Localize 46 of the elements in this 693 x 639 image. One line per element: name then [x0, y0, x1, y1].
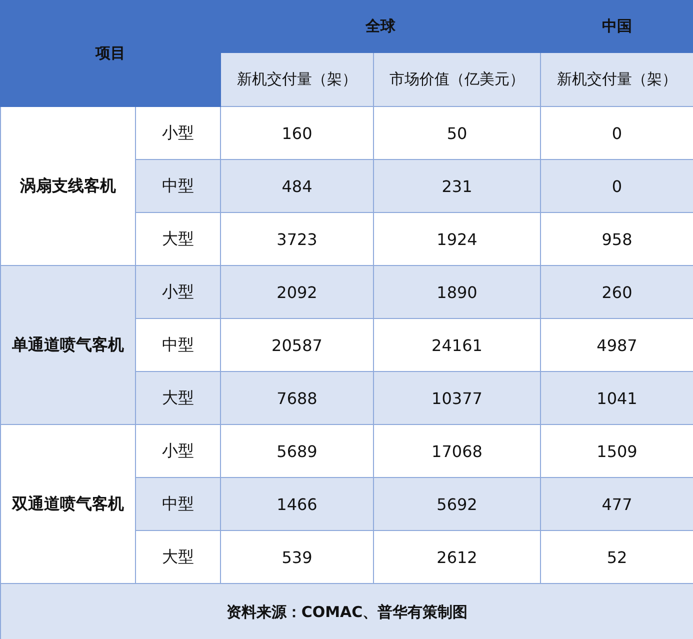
table-cell: 小型: [136, 424, 220, 478]
table-cell: 中型: [136, 478, 220, 530]
table-cell: 大型: [136, 530, 220, 584]
table-cell: 17068: [374, 424, 540, 478]
header-cell: 新机交付量（架）: [540, 52, 693, 106]
table-cell: 2092: [220, 266, 374, 318]
row-group-cell: 单通道喷气客机: [0, 266, 136, 424]
header-cell: 项目: [0, 0, 220, 106]
table-cell: 484: [220, 160, 374, 212]
table-cell: 4987: [540, 318, 693, 372]
table-cell: 24161: [374, 318, 540, 372]
header-cell: 全球: [220, 0, 540, 52]
table-cell: 小型: [136, 106, 220, 160]
header-cell: 中国: [540, 0, 693, 52]
table-cell: 160: [220, 106, 374, 160]
table-cell: 958: [540, 212, 693, 266]
table-cell: 小型: [136, 266, 220, 318]
table-cell: 231: [374, 160, 540, 212]
table-cell: 大型: [136, 212, 220, 266]
row-group-cell: 双通道喷气客机: [0, 424, 136, 584]
table-cell: 1466: [220, 478, 374, 530]
table-cell: 大型: [136, 372, 220, 424]
table-cell: 1509: [540, 424, 693, 478]
header-cell: 市场价值（亿美元）: [374, 52, 540, 106]
table-cell: 52: [540, 530, 693, 584]
table-cell: 0: [540, 160, 693, 212]
table-cell: 1890: [374, 266, 540, 318]
table-cell: 1924: [374, 212, 540, 266]
table-cell: 7688: [220, 372, 374, 424]
table-cell: 2612: [374, 530, 540, 584]
table-cell: 539: [220, 530, 374, 584]
table-cell: 0: [540, 106, 693, 160]
table-cell: 477: [540, 478, 693, 530]
table-cell: 260: [540, 266, 693, 318]
row-group-cell: 涡扇支线客机: [0, 106, 136, 266]
table-cell: 中型: [136, 160, 220, 212]
table-cell: 10377: [374, 372, 540, 424]
table-cell: 50: [374, 106, 540, 160]
table-cell: 5689: [220, 424, 374, 478]
table-cell: 20587: [220, 318, 374, 372]
source-note: 资料来源：COMAC、普华有策制图: [0, 584, 693, 639]
table-cell: 中型: [136, 318, 220, 372]
table-cell: 3723: [220, 212, 374, 266]
table-cell: 5692: [374, 478, 540, 530]
table-cell: 1041: [540, 372, 693, 424]
header-cell: 新机交付量（架）: [220, 52, 374, 106]
